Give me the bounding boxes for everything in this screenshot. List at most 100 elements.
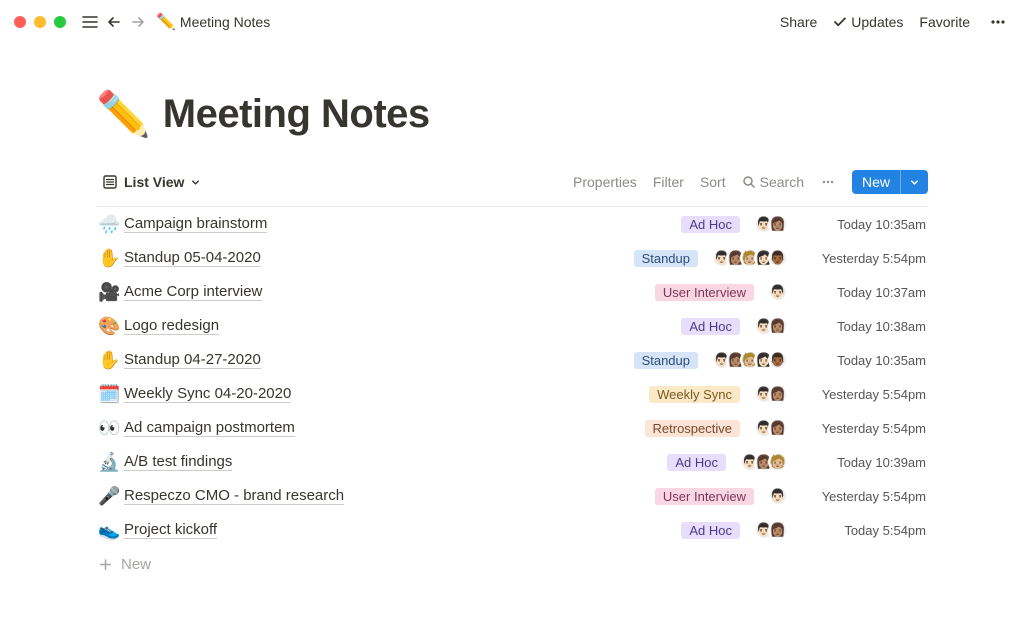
list-item[interactable]: 👟Project kickoffAd Hoc👨🏻👩🏽Today 5:54pm <box>96 513 928 547</box>
list-item-date: Today 5:54pm <box>802 523 926 538</box>
list-item-emoji: 🔬 <box>98 452 122 473</box>
page-title[interactable]: Meeting Notes <box>163 92 430 137</box>
updates-button[interactable]: Updates <box>833 14 903 30</box>
avatar: 👩🏽 <box>768 520 788 540</box>
avatars: 👨🏻👩🏽🧑🏼👩🏻👨🏾 <box>712 248 788 268</box>
list-item-title: Campaign brainstorm <box>124 215 267 233</box>
new-button-dropdown[interactable] <box>900 170 928 194</box>
list-item-date: Today 10:35am <box>802 353 926 368</box>
updates-label: Updates <box>851 14 903 30</box>
list-item[interactable]: 👀Ad campaign postmortem Retrospective 👨🏻👩🏽… <box>96 411 928 445</box>
avatars: 👨🏻👩🏽 <box>754 384 788 404</box>
list-item-emoji: 🎥 <box>98 282 122 303</box>
list-item-emoji: 🎨 <box>98 316 122 337</box>
avatars: 👨🏻👩🏽 <box>754 418 788 438</box>
properties-button[interactable]: Properties <box>573 174 637 190</box>
list-item[interactable]: ✋Standup 04-27-2020Standup👨🏻👩🏽🧑🏼👩🏻👨🏾Toda… <box>96 343 928 377</box>
minimize-window-icon[interactable] <box>34 16 46 28</box>
list-item-title: A/B test findings <box>124 453 232 471</box>
search-icon <box>742 175 756 189</box>
avatar: 👨🏾 <box>768 350 788 370</box>
maximize-window-icon[interactable] <box>54 16 66 28</box>
list-item-date: Today 10:35am <box>802 217 926 232</box>
tag: Ad Hoc <box>681 216 740 233</box>
more-horizontal-icon <box>989 13 1007 31</box>
add-row-label: New <box>121 556 151 573</box>
avatar: 👩🏽 <box>768 316 788 336</box>
avatars: 👨🏻👩🏽🧑🏼👩🏻👨🏾 <box>712 350 788 370</box>
list-item-date: Yesterday 5:54pm <box>802 489 926 504</box>
sort-button[interactable]: Sort <box>700 174 726 190</box>
list-item-title: Acme Corp interview <box>124 283 262 301</box>
list-item-date: Today 10:37am <box>802 285 926 300</box>
avatar: 👩🏽 <box>768 418 788 438</box>
avatars: 👨🏻👩🏽 <box>754 214 788 234</box>
chevron-down-icon <box>909 177 920 188</box>
list-item[interactable]: 🔬A/B test findingsAd Hoc👨🏻👩🏽🧑🏼Today 10:3… <box>96 445 928 479</box>
avatar: 👩🏽 <box>768 384 788 404</box>
list-item-title: Weekly Sync 04-20-2020 <box>124 385 291 403</box>
list-item[interactable]: ✋Standup 05-04-2020Standup👨🏻👩🏽🧑🏼👩🏻👨🏾Yest… <box>96 241 928 275</box>
arrow-left-icon <box>106 14 122 30</box>
favorite-button[interactable]: Favorite <box>919 14 970 30</box>
tag: Retrospective <box>645 420 740 437</box>
list-item-emoji: 👟 <box>98 520 122 541</box>
search-button[interactable]: Search <box>742 174 804 190</box>
list-item-date: Yesterday 5:54pm <box>802 421 926 436</box>
breadcrumb-emoji[interactable]: ✏️ <box>156 12 176 32</box>
avatar: 👨🏾 <box>768 248 788 268</box>
favorite-label: Favorite <box>919 14 970 30</box>
avatars: 👨🏻 <box>768 486 788 506</box>
share-label: Share <box>780 14 817 30</box>
arrow-right-icon <box>130 14 146 30</box>
sidebar-toggle-button[interactable] <box>78 10 102 34</box>
new-button-label: New <box>852 170 900 194</box>
list-item-emoji: 🗓️ <box>98 384 122 405</box>
list-item-title: Standup 05-04-2020 <box>124 249 261 267</box>
list-item-title: Project kickoff <box>124 521 217 539</box>
list-item-title: Respeczo CMO - brand research <box>124 487 344 505</box>
list-icon <box>102 174 118 190</box>
filter-button[interactable]: Filter <box>653 174 684 190</box>
list-item[interactable]: 🎤Respeczo CMO - brand researchUser Inter… <box>96 479 928 513</box>
add-row-button[interactable]: New <box>96 547 928 581</box>
tag: Standup <box>634 250 698 267</box>
window-controls[interactable] <box>14 16 66 28</box>
avatar: 👩🏽 <box>768 214 788 234</box>
tag: User Interview <box>655 488 754 505</box>
nav-back-button[interactable] <box>102 10 126 34</box>
view-selector[interactable]: List View <box>96 170 207 194</box>
nav-forward-button[interactable] <box>126 10 150 34</box>
list-item-date: Yesterday 5:54pm <box>802 387 926 402</box>
list-item[interactable]: 🎥Acme Corp interview User Interview 👨🏻 Toda… <box>96 275 928 309</box>
list-item-date: Today 10:38am <box>802 319 926 334</box>
tag: Standup <box>634 352 698 369</box>
tag: Weekly Sync <box>649 386 740 403</box>
new-button[interactable]: New <box>852 170 928 194</box>
list-item-emoji: ✋ <box>98 248 122 269</box>
more-menu-button[interactable] <box>986 10 1010 34</box>
list-item[interactable]: 🎨Logo redesignAd Hoc👨🏻👩🏽Today 10:38am <box>96 309 928 343</box>
view-more-button[interactable] <box>820 174 836 190</box>
view-name: List View <box>124 174 184 190</box>
share-button[interactable]: Share <box>780 14 817 30</box>
list-item-title: Standup 04-27-2020 <box>124 351 261 369</box>
list-item[interactable]: 🌧️Campaign brainstorm Ad Hoc 👨🏻👩🏽 Today 10:… <box>96 207 928 241</box>
avatar: 🧑🏼 <box>768 452 788 472</box>
hamburger-icon <box>81 13 99 31</box>
list-item[interactable]: 🗓️Weekly Sync 04-20-2020 Weekly Sync 👨🏻👩🏽 Y… <box>96 377 928 411</box>
breadcrumb-title[interactable]: Meeting Notes <box>180 14 270 30</box>
tag: Ad Hoc <box>667 454 726 471</box>
list-item-emoji: 👀 <box>98 418 122 439</box>
plus-icon <box>98 557 113 572</box>
list-item-title: Ad campaign postmortem <box>124 419 295 437</box>
check-icon <box>833 15 847 29</box>
avatar: 👨🏻 <box>768 282 788 302</box>
list: 🌧️Campaign brainstormAd Hoc👨🏻👩🏽Today 10:… <box>96 207 928 547</box>
tag: User Interview <box>655 284 754 301</box>
close-window-icon[interactable] <box>14 16 26 28</box>
avatars: 👨🏻👩🏽🧑🏼 <box>740 452 788 472</box>
list-item-emoji: 🌧️ <box>98 214 122 235</box>
page-emoji[interactable]: ✏️ <box>96 88 151 140</box>
chevron-down-icon <box>190 177 201 188</box>
